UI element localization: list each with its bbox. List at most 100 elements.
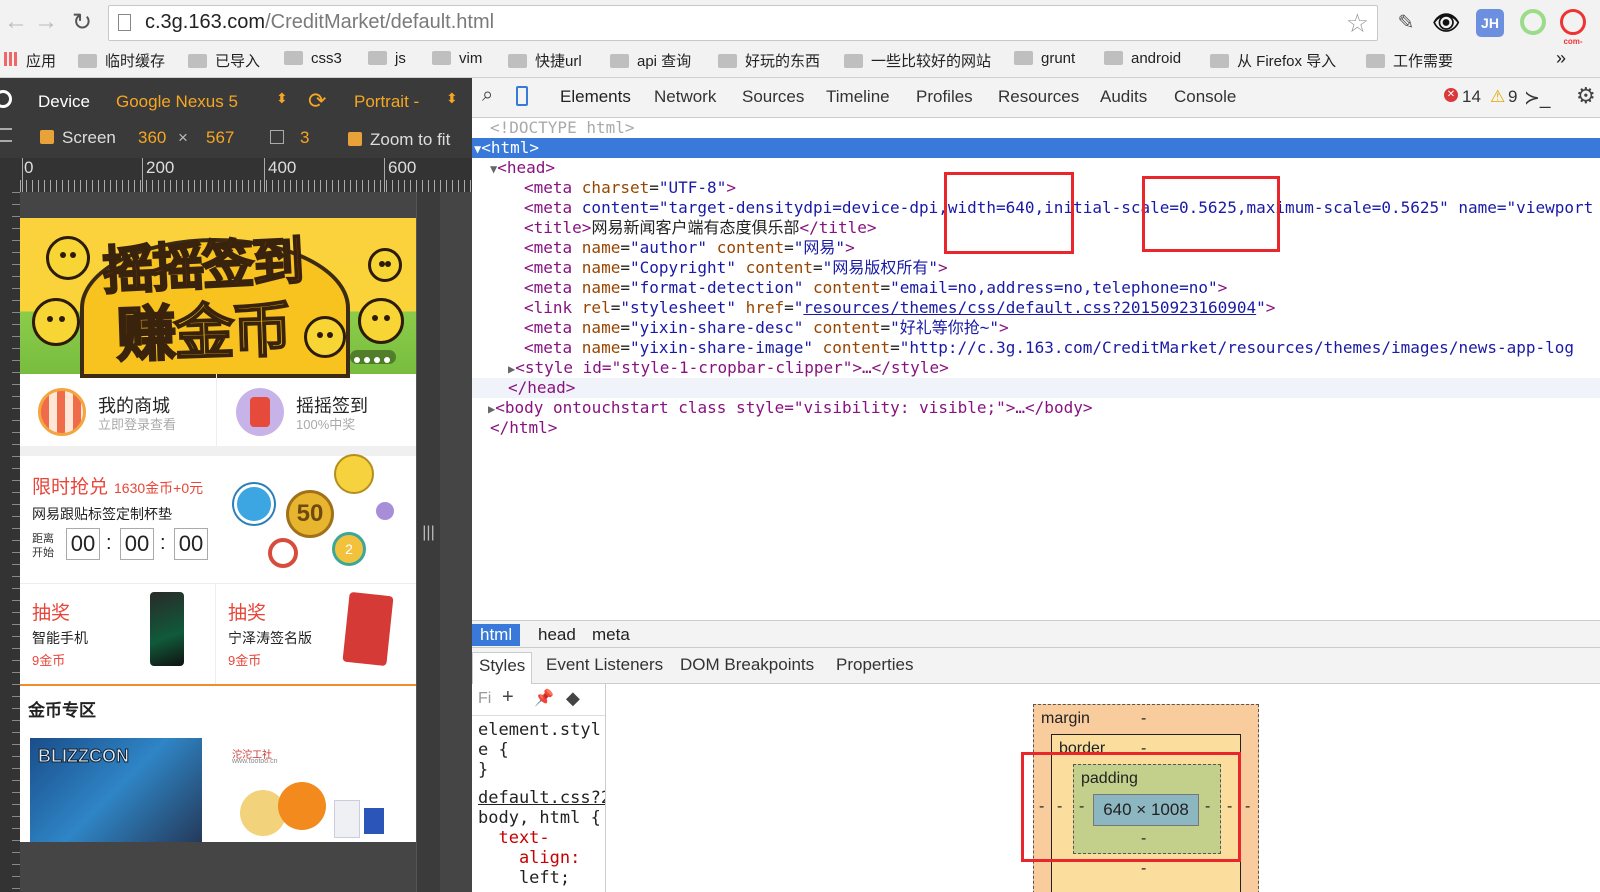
tab-timeline[interactable]: Timeline <box>826 87 890 107</box>
body-node[interactable]: ▶<body ontouchstart class style="visibil… <box>472 398 1600 418</box>
bookmark-folder[interactable]: css3 <box>284 50 342 67</box>
lottery-phone[interactable]: 抽奖 智能手机 9金币 <box>20 584 216 684</box>
tab-sources[interactable]: Sources <box>742 87 804 107</box>
css-property[interactable]: align: <box>478 848 580 868</box>
zoom-to-fit-checkbox[interactable]: Zoom to fit <box>348 130 450 150</box>
phone-image <box>150 592 184 666</box>
bookmark-folder[interactable]: 快捷url <box>508 50 582 71</box>
bookmark-folder[interactable]: 好玩的东西 <box>718 50 820 71</box>
pin-icon[interactable]: 📌 <box>534 688 554 708</box>
bookmark-star-icon[interactable]: ☆ <box>1346 8 1369 39</box>
tab-network[interactable]: Network <box>654 87 716 107</box>
tootoo-card[interactable]: 沱沱工社 www.tootoo.cn <box>226 738 402 842</box>
crumb-head[interactable]: head <box>530 624 584 646</box>
green-circle-icon[interactable] <box>1520 9 1546 35</box>
crumb-html[interactable]: html <box>472 624 521 646</box>
crumb-meta[interactable]: meta <box>584 624 638 646</box>
orientation-select[interactable]: Portrait - <box>354 92 419 112</box>
bookmark-folder[interactable]: 一些比较好的网站 <box>844 50 991 71</box>
toolbar-menu-icon[interactable] <box>0 128 12 142</box>
css-source-link[interactable]: default.css?2 <box>478 788 605 808</box>
bookmark-folder[interactable]: android <box>1104 50 1181 67</box>
new-rule-icon[interactable]: + <box>502 686 514 709</box>
expand-triangle-icon[interactable]: ▼ <box>472 142 481 156</box>
node-text: <body ontouchstart class style="visibili… <box>495 398 1093 417</box>
resize-handle[interactable]: ||| <box>416 192 440 892</box>
screen-width-input[interactable]: 360 <box>138 128 166 148</box>
inspect-search-icon[interactable]: ⌕ <box>482 84 493 107</box>
css-line[interactable]: left; <box>478 868 570 888</box>
link-stylesheet-node[interactable]: <link rel="stylesheet" href="resources/t… <box>472 298 1600 318</box>
tab-profiles[interactable]: Profiles <box>916 87 973 107</box>
screen-checkbox[interactable]: Screen <box>40 128 116 148</box>
checkbox-icon <box>40 130 54 144</box>
margin-label: margin <box>1041 710 1090 727</box>
html-node-selected[interactable]: ▼<html> <box>472 138 1600 158</box>
viewport-attrs: content="target-densitydpi=device-dpi,wi… <box>581 198 1594 217</box>
bookmark-folder[interactable]: 已导入 <box>188 50 260 71</box>
meta-share-desc-node[interactable]: <meta name="yixin-share-desc" content="好… <box>472 318 1600 338</box>
bookmark-folder[interactable]: api 查询 <box>610 50 691 71</box>
html-close-node[interactable]: </html> <box>472 418 1600 438</box>
shake-checkin-entry[interactable]: 摇摇签到 100%中奖 <box>218 374 415 446</box>
error-count[interactable]: 14 <box>1462 87 1481 107</box>
meta-format-detection-node[interactable]: <meta name="format-detection" content="e… <box>472 278 1600 298</box>
tab-properties[interactable]: Properties <box>836 655 913 675</box>
settings-gear-icon[interactable]: ⚙ <box>1576 83 1596 109</box>
dpr-input[interactable]: 3 <box>300 128 309 148</box>
head-close-node[interactable]: </head> <box>472 378 1600 398</box>
tab-audits[interactable]: Audits <box>1100 87 1147 107</box>
tab-elements[interactable]: Elements <box>560 87 631 107</box>
back-icon[interactable]: ← <box>4 8 28 36</box>
bookmark-folder[interactable]: vim <box>432 50 482 67</box>
comcn-extension-icon[interactable]: com-cn <box>1560 9 1586 54</box>
bookmark-folder[interactable]: grunt <box>1014 50 1075 67</box>
carousel-dots[interactable] <box>350 350 396 364</box>
rotate-icon[interactable]: ⟳ <box>308 88 326 114</box>
apps-grid-icon[interactable] <box>4 52 18 70</box>
tab-resources[interactable]: Resources <box>998 87 1079 107</box>
lottery-notebook[interactable]: 抽奖 宁泽涛签名版 9金币 <box>216 584 412 684</box>
bookmarks-overflow-button[interactable]: » <box>1556 48 1566 69</box>
bookmark-apps[interactable]: 应用 <box>26 50 56 71</box>
blizzcon-card[interactable]: BLIZZCON <box>30 738 202 842</box>
color-format-icon[interactable]: ◆ <box>566 688 580 709</box>
console-drawer-icon[interactable]: ≻_ <box>1524 87 1551 110</box>
device-mode-icon[interactable] <box>516 86 528 106</box>
tab-event-listeners[interactable]: Event Listeners <box>546 655 663 675</box>
warning-icon[interactable]: ⚠ <box>1490 87 1505 107</box>
address-bar[interactable]: c.3g.163.com/CreditMarket/default.html ☆ <box>108 5 1378 41</box>
jh-extension-icon[interactable]: JH <box>1476 9 1504 37</box>
tab-styles[interactable]: Styles <box>472 652 533 684</box>
tab-console[interactable]: Console <box>1174 87 1236 107</box>
tab-dom-breakpoints[interactable]: DOM Breakpoints <box>680 655 814 675</box>
eye-icon[interactable]: 👁 <box>1432 9 1460 37</box>
warning-count[interactable]: 9 <box>1508 87 1517 107</box>
bookmark-folder[interactable]: 从 Firefox 导入 <box>1210 50 1336 71</box>
doctype-node[interactable]: <!DOCTYPE html> <box>472 118 1600 138</box>
stylesheet-link[interactable]: resources/themes/css/default.css?2015092… <box>803 298 1256 317</box>
checkbox-icon <box>348 132 362 146</box>
my-store-entry[interactable]: 我的商城 立即登录查看 <box>20 374 217 446</box>
evernote-icon[interactable]: ✎ <box>1392 9 1420 37</box>
bookmark-folder[interactable]: 临时缓存 <box>78 50 165 71</box>
css-property[interactable]: text- <box>478 828 549 848</box>
meta-share-image-node[interactable]: <meta name="yixin-share-image" content="… <box>472 338 1600 358</box>
error-icon[interactable]: ✕ <box>1444 88 1458 102</box>
style-node[interactable]: ▶<style id="style-1-cropbar-clipper">…</… <box>472 358 1600 378</box>
expand-triangle-icon[interactable]: ▼ <box>472 162 497 176</box>
device-select[interactable]: Google Nexus 5 <box>116 92 238 112</box>
flash-sale[interactable]: 限时抢兑 1630金币+0元 网易跟贴标签定制杯垫 距离 开始 00 : 00 : … <box>20 454 416 584</box>
checkin-banner[interactable]: 摇摇签到 赚金币 <box>20 218 416 378</box>
dom-tree-panel[interactable]: <!DOCTYPE html> ▼<html> ▼<head> <meta ch… <box>472 118 1600 620</box>
meta-copyright-node[interactable]: <meta name="Copyright" content="网易版权所有"> <box>472 258 1600 278</box>
disable-emulation-icon[interactable] <box>0 90 12 108</box>
bookmark-folder[interactable]: js <box>368 50 406 67</box>
flash-price: 1630金币+0元 <box>114 480 204 496</box>
screen-height-input[interactable]: 567 <box>206 128 234 148</box>
forward-icon[interactable]: → <box>34 8 58 36</box>
filter-input[interactable]: Fi <box>478 690 491 708</box>
url-text[interactable]: c.3g.163.com/CreditMarket/default.html <box>145 11 494 34</box>
reload-icon[interactable]: ↻ <box>72 8 92 37</box>
bookmark-folder[interactable]: 工作需要 <box>1366 50 1453 71</box>
